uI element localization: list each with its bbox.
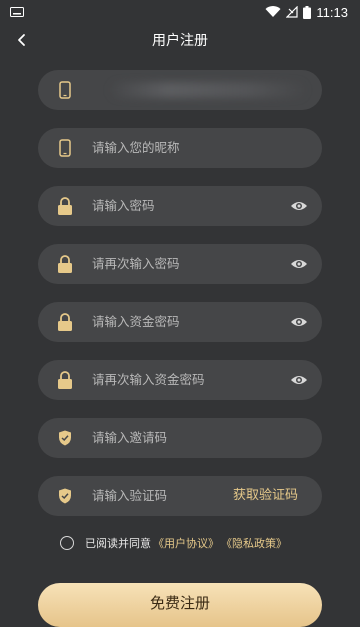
get-code-button[interactable]: 获取验证码: [233, 476, 298, 516]
chevron-left-icon: [18, 34, 25, 46]
confirm-password-placeholder: 请再次输入密码: [92, 256, 180, 271]
confirm-fund-password-field[interactable]: 请再次输入资金密码: [38, 360, 322, 400]
privacy-policy-link[interactable]: 《隐私政策》: [221, 535, 287, 551]
fund-password-field[interactable]: 请输入资金密码: [38, 302, 322, 342]
eye-icon[interactable]: [290, 255, 308, 273]
shield-icon: [56, 487, 74, 505]
agreement-checkbox[interactable]: [60, 536, 74, 550]
user-agreement-link[interactable]: 《用户协议》: [153, 535, 219, 551]
lock-icon: [56, 313, 74, 331]
title-bar: 用户注册: [0, 24, 360, 56]
status-left: [10, 7, 24, 17]
eye-icon[interactable]: [290, 371, 308, 389]
agreement-row: 已阅读并同意 《用户协议》 《隐私政策》: [60, 534, 287, 552]
lock-icon: [56, 255, 74, 273]
verification-code-placeholder: 请输入验证码: [92, 488, 168, 503]
status-time: 11:13: [316, 4, 348, 20]
invite-code-placeholder: 请输入邀请码: [92, 430, 168, 445]
back-button[interactable]: [10, 28, 34, 52]
password-field[interactable]: 请输入密码: [38, 186, 322, 226]
agreement-text: 已阅读并同意: [85, 537, 151, 550]
wifi-icon: [265, 6, 281, 18]
lock-icon: [56, 197, 74, 215]
signal-off-icon: [286, 6, 299, 18]
invite-code-field[interactable]: 请输入邀请码: [38, 418, 322, 458]
status-bar: 11:13: [0, 0, 360, 24]
fund-password-placeholder: 请输入资金密码: [92, 314, 180, 329]
battery-icon: [303, 5, 312, 19]
verification-code-field[interactable]: 请输入验证码 获取验证码: [38, 476, 322, 516]
phone-icon: [56, 139, 74, 157]
nickname-field[interactable]: 请输入您的昵称: [38, 128, 322, 168]
confirm-password-field[interactable]: 请再次输入密码: [38, 244, 322, 284]
phone-icon: [56, 81, 74, 99]
shield-icon: [56, 429, 74, 447]
phone-value-blurred: [108, 82, 308, 98]
page-title: 用户注册: [152, 33, 208, 49]
nickname-placeholder: 请输入您的昵称: [92, 140, 180, 155]
confirm-fund-password-placeholder: 请再次输入资金密码: [92, 372, 205, 387]
keyboard-icon: [10, 7, 24, 17]
status-right: 11:13: [265, 5, 348, 20]
phone-field[interactable]: [38, 70, 322, 110]
lock-icon: [56, 371, 74, 389]
password-placeholder: 请输入密码: [92, 198, 155, 213]
eye-icon[interactable]: [290, 197, 308, 215]
eye-icon[interactable]: [290, 313, 308, 331]
register-button[interactable]: 免费注册: [38, 583, 322, 627]
